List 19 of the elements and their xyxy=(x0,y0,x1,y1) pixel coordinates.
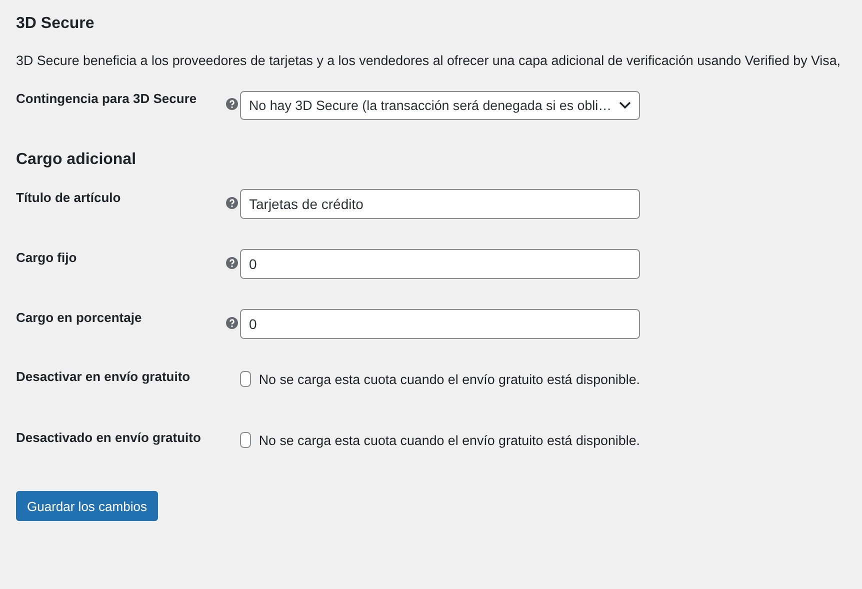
checkbox[interactable] xyxy=(240,432,251,448)
section-heading: Cargo adicional xyxy=(16,151,136,169)
checkbox-label: No se carga esta cuota cuando el envío gratuito está disponible. xyxy=(258,432,640,448)
input-field[interactable]: Tarjetas de crédito xyxy=(240,189,640,219)
dropdown[interactable]: No hay 3D Secure (la transacción será denegada si es obli… xyxy=(240,90,640,120)
field-label: Cargo en porcentaje xyxy=(16,309,142,325)
field-label: Título de artículo xyxy=(16,189,121,205)
save-button[interactable]: Guardar los cambios xyxy=(16,491,158,521)
caret-icon xyxy=(619,101,631,109)
checkbox[interactable] xyxy=(240,371,251,387)
section-heading: 3D Secure xyxy=(16,15,94,33)
section-description: 3D Secure beneficia a los proveedores de tarjetas y a los vendedores al ofrecer una capa adicional de verificación usando Verified by Visa, xyxy=(16,53,841,68)
field-label: Contingencia para 3D Secure xyxy=(16,90,197,106)
field-label: Desactivado en envío gratuito xyxy=(16,430,201,445)
input-field[interactable]: 0 xyxy=(240,249,640,279)
checkbox-label: No se carga esta cuota cuando el envío gratuito está disponible. xyxy=(258,372,640,386)
input-field[interactable]: 0 xyxy=(240,309,640,339)
field-label: Desactivar en envío gratuito xyxy=(16,369,190,384)
field-label: Cargo fijo xyxy=(16,249,77,265)
